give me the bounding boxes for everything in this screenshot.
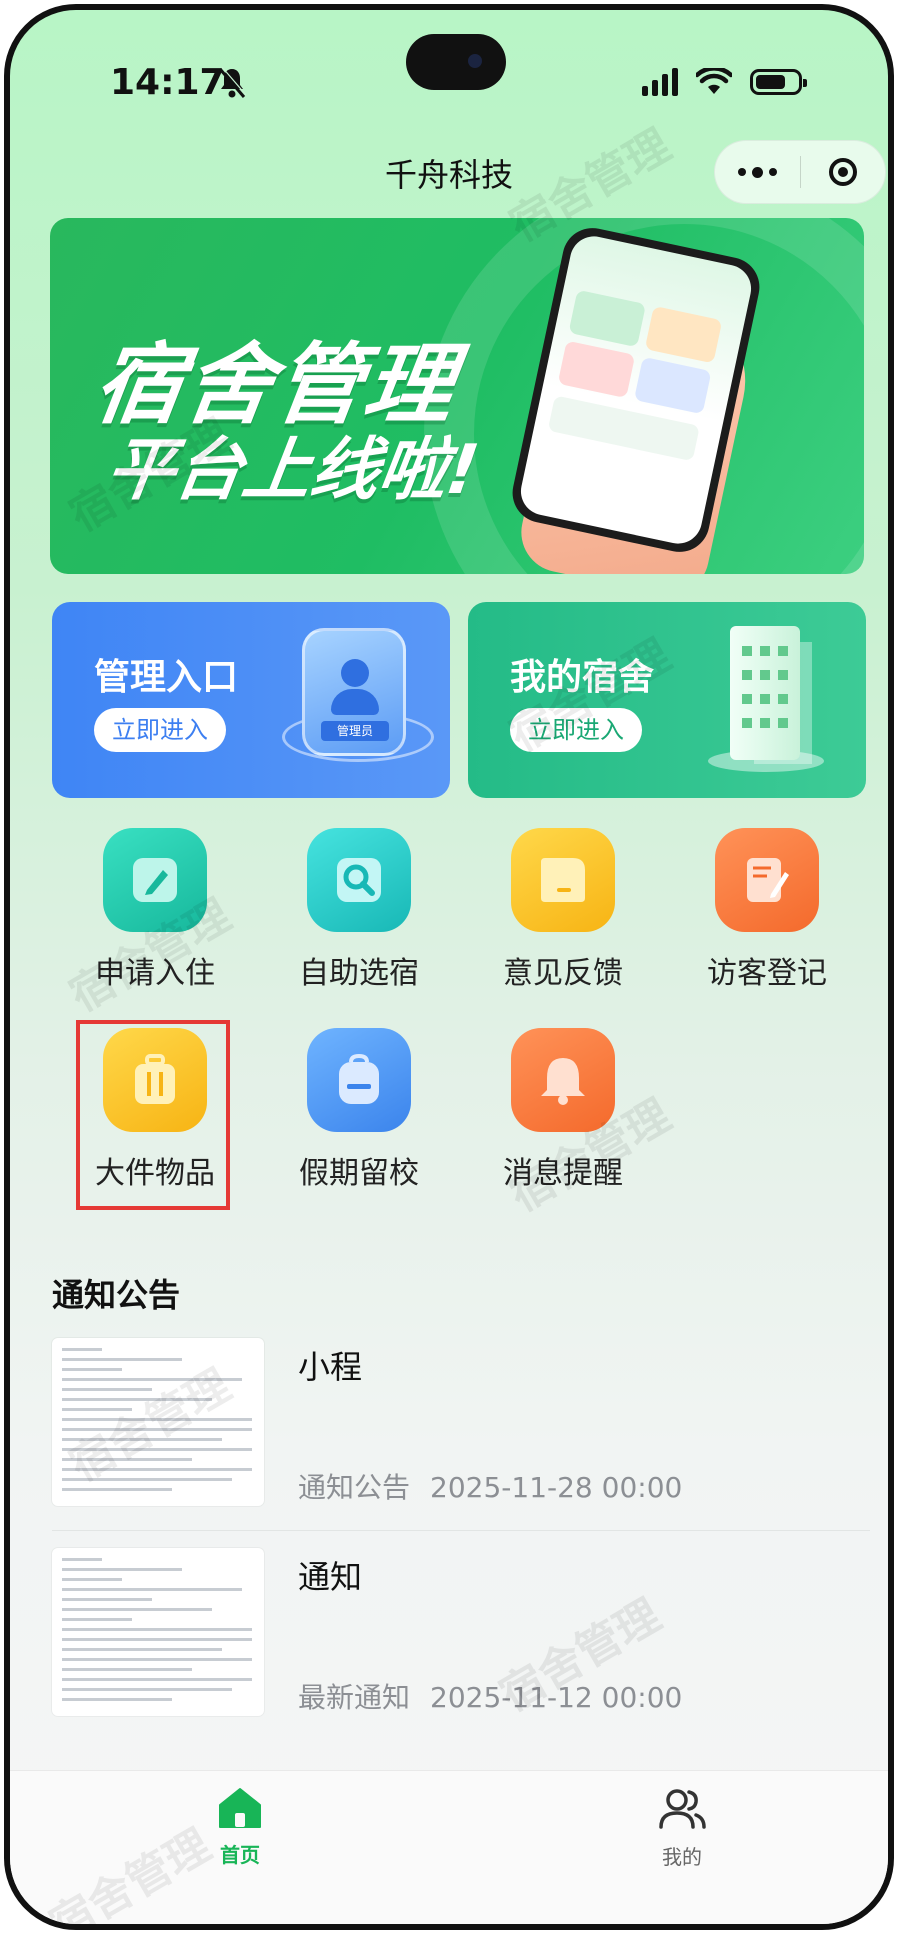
- admin-entry-title: 管理入口: [94, 657, 239, 698]
- message-box-icon: [511, 828, 615, 932]
- grid-label: 自助选宿: [299, 956, 419, 991]
- pencil-edit-icon: [103, 828, 207, 932]
- dynamic-island: [406, 34, 506, 90]
- admin-badge-icon: 管理员: [302, 628, 406, 756]
- notice-meta: 最新通知 2025-11-12 00:00: [298, 1676, 682, 1716]
- grid-label: 意见反馈: [503, 956, 623, 991]
- status-time: 14:17: [110, 62, 225, 103]
- battery-icon: [750, 69, 807, 95]
- notice-thumbnail: [52, 1548, 264, 1716]
- notice-item[interactable]: 通知 最新通知 2025-11-12 00:00: [52, 1548, 870, 1728]
- notice-thumbnail: [52, 1338, 264, 1506]
- grid-item-feedback[interactable]: 意见反馈: [468, 828, 638, 1008]
- phone-frame: 宿舍管理 宿舍管理 宿舍管理 宿舍管理 宿舍管理 宿舍管理 宿舍管理 宿舍管理 …: [4, 4, 894, 1930]
- grid-item-self-select-room[interactable]: 自助选宿: [264, 828, 434, 1008]
- notices-section-title: 通知公告: [52, 1276, 181, 1314]
- divider: [52, 1530, 870, 1531]
- notice-date: 2025-11-28 00:00: [430, 1471, 683, 1504]
- status-indicators: [642, 68, 807, 96]
- search-icon: [307, 828, 411, 932]
- admin-enter-button[interactable]: 立即进入: [94, 708, 226, 752]
- selection-highlight-box: [76, 1020, 230, 1210]
- tab-home[interactable]: 首页: [180, 1787, 300, 1868]
- tab-label: 首页: [220, 1843, 260, 1867]
- notice-title: 小程: [298, 1348, 363, 1386]
- notice-item[interactable]: 小程 通知公告 2025-11-28 00:00: [52, 1338, 870, 1518]
- backpack-icon: [307, 1028, 411, 1132]
- notice-category: 通知公告: [298, 1471, 411, 1504]
- miniprogram-capsule: [714, 140, 886, 204]
- my-dorm-entry-card[interactable]: 我的宿舍 立即进入: [468, 602, 866, 798]
- notice-category: 最新通知: [298, 1681, 411, 1714]
- admin-entry-card[interactable]: 管理入口 立即进入 管理员: [52, 602, 450, 798]
- grid-label: 申请入住: [95, 956, 215, 991]
- tab-label: 我的: [662, 1845, 702, 1869]
- home-icon: [219, 1788, 261, 1828]
- grid-item-visitor-register[interactable]: 访客登记: [672, 828, 842, 1008]
- building-icon: [730, 626, 800, 760]
- grid-item-message-reminder[interactable]: 消息提醒: [468, 1028, 638, 1208]
- notice-date: 2025-11-12 00:00: [430, 1681, 683, 1714]
- users-icon: [659, 1789, 706, 1829]
- promo-banner[interactable]: 宿舍管理 平台上线啦!: [50, 218, 864, 574]
- notice-title: 通知: [298, 1558, 363, 1596]
- more-dots-icon[interactable]: [715, 141, 800, 203]
- banner-subheadline: 平台上线啦!: [101, 431, 484, 510]
- my-dorm-enter-button[interactable]: 立即进入: [510, 708, 642, 752]
- bottom-tab-bar: 首页 我的: [10, 1770, 888, 1924]
- bell-icon: [511, 1028, 615, 1132]
- grid-label: 消息提醒: [503, 1156, 623, 1191]
- notice-meta: 通知公告 2025-11-28 00:00: [298, 1466, 682, 1506]
- tab-mine[interactable]: 我的: [622, 1787, 742, 1870]
- notebook-pen-icon: [715, 828, 819, 932]
- admin-badge-label: 管理员: [321, 721, 389, 741]
- wifi-icon: [696, 68, 732, 94]
- grid-item-apply-checkin[interactable]: 申请入住: [60, 828, 230, 1008]
- grid-label: 假期留校: [299, 1156, 419, 1191]
- bell-slash-icon: [218, 66, 247, 98]
- grid-item-holiday-stay[interactable]: 假期留校: [264, 1028, 434, 1208]
- cellular-signal-icon: [642, 68, 678, 96]
- target-icon[interactable]: [801, 158, 886, 186]
- grid-label: 访客登记: [707, 956, 827, 991]
- my-dorm-entry-title: 我的宿舍: [510, 657, 655, 698]
